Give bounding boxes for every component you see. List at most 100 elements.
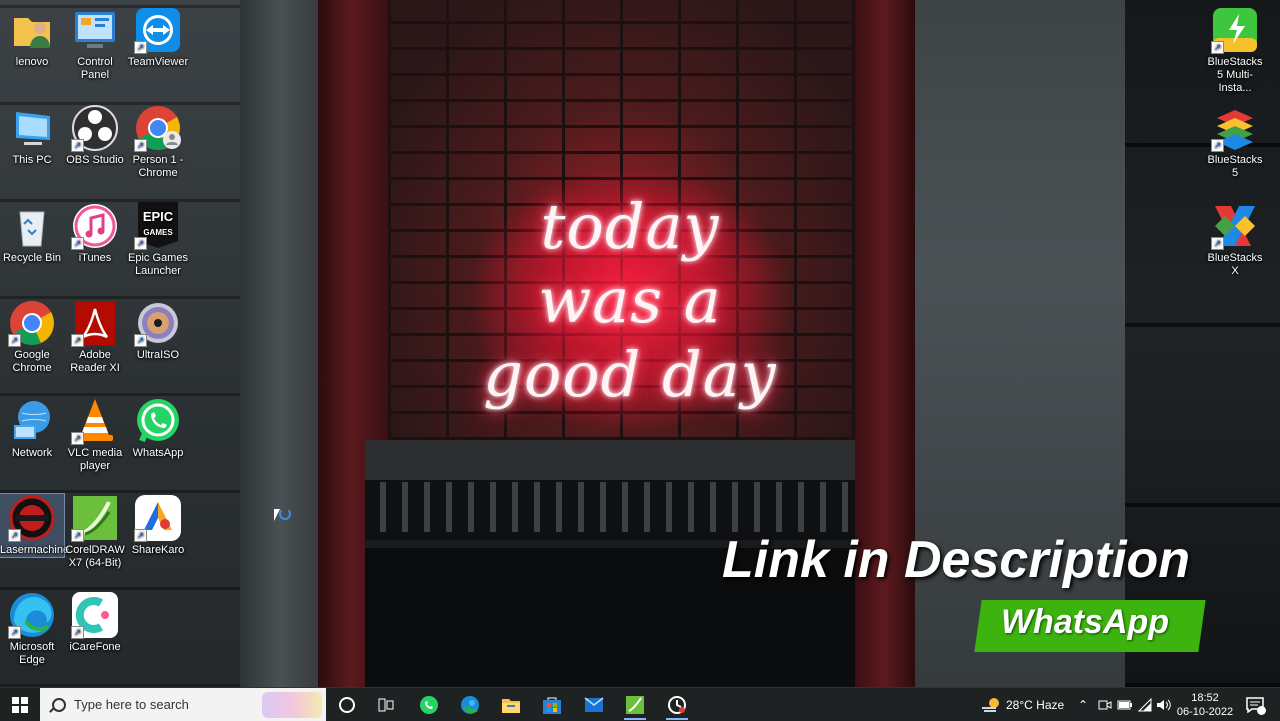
shortcut-arrow-icon: ↗ (71, 237, 84, 250)
tray-battery[interactable] (1116, 688, 1134, 721)
taskbar-microsoft-store[interactable] (535, 688, 569, 721)
screen-recorder-icon (668, 695, 686, 714)
desktop-icon-itunes[interactable]: ↗ iTunes (63, 202, 127, 265)
taskbar-coreldraw[interactable] (618, 688, 652, 721)
desktop-icon-lenovo[interactable]: lenovo (0, 6, 64, 69)
desktop-icon-adobe-reader[interactable]: ↗ Adobe Reader XI (63, 299, 127, 375)
adobe-reader-icon: ↗ (71, 299, 119, 347)
desktop-icon-label: UltraISO (136, 349, 180, 361)
shortcut-arrow-icon: ↗ (8, 626, 21, 639)
desktop-icon-label: BlueStacks 5 Multi-Insta... (1207, 56, 1263, 94)
desktop-icon-label: Epic Games Launcher (128, 252, 188, 277)
desktop-icon-label: WhatsApp (132, 447, 184, 459)
taskbar-whatsapp[interactable] (412, 688, 446, 721)
desktop-icon-edge[interactable]: ↗ Microsoft Edge (0, 591, 64, 667)
shortcut-arrow-icon: ↗ (71, 626, 84, 639)
desktop-icon-label: iCareFone (69, 641, 121, 653)
volume-icon (1157, 699, 1171, 710)
edge-icon (461, 695, 479, 714)
coreldraw-icon (626, 695, 644, 714)
desktop-icon-recycle-bin[interactable]: Recycle Bin (0, 202, 64, 265)
teamviewer-icon: ↗ (134, 6, 182, 54)
desktop-icon-label: Control Panel (77, 56, 113, 81)
desktop-icon-bluestacks-multi[interactable]: ↗ BlueStacks 5 Multi-Insta... (1203, 6, 1267, 95)
desktop-icon-bluestacksx[interactable]: ↗ BlueStacks X (1203, 202, 1267, 278)
desktop-icon-whatsapp[interactable]: WhatsApp (126, 397, 190, 460)
taskbar-search-box[interactable]: Type here to search (40, 688, 326, 721)
desktop-icon-sharekaro[interactable]: ↗ ShareKaro (126, 494, 190, 557)
desktop-icon-ultraiso[interactable]: ↗ UltraISO (126, 299, 190, 362)
shortcut-arrow-icon: ↗ (8, 334, 21, 347)
desktop-icon-bluestacks5[interactable]: ↗ BlueStacks 5 (1203, 104, 1267, 180)
desktop-icon-epic-games[interactable]: EPIC GAMES ↗ Epic Games Launcher (126, 202, 190, 278)
itunes-icon: ↗ (71, 202, 119, 250)
shortcut-arrow-icon: ↗ (71, 334, 84, 347)
weather-widget-icon-button[interactable] (978, 688, 1004, 721)
desktop-icon-google-chrome[interactable]: ↗ Google Chrome (0, 299, 64, 375)
bluestacks-icon: ↗ (1211, 104, 1259, 152)
desktop-icon-obs[interactable]: ↗ OBS Studio (63, 104, 127, 167)
busy-spinner-icon (279, 508, 291, 520)
bluestacks-multi-icon: ↗ (1211, 6, 1259, 54)
desktop-icon-label: Lasermachine (0, 544, 70, 556)
desktop-icon-label: BlueStacks 5 (1207, 154, 1263, 179)
clock[interactable]: 18:52 06-10-2022 (1176, 688, 1234, 721)
desktop-icon-label: Person 1 - Chrome (132, 154, 184, 179)
desktop-icon-chrome-person[interactable]: ↗ Person 1 - Chrome (126, 104, 190, 180)
tray-meet-now[interactable] (1096, 688, 1114, 721)
file-explorer-icon (502, 698, 520, 713)
chrome-icon: ↗ (8, 299, 56, 347)
taskbar: Type here to search 28°C Haze ⌃ 18:52 06… (0, 687, 1280, 721)
desktop-icon-control-panel[interactable]: Control Panel (63, 6, 127, 82)
overlay-title: Link in Description (722, 531, 1191, 589)
notification-center-button[interactable] (1240, 688, 1270, 721)
taskbar-edge[interactable] (453, 688, 487, 721)
desktop-icon-label: Microsoft Edge (9, 641, 55, 666)
desktop-icon-icarefone[interactable]: ↗ iCareFone (63, 591, 127, 654)
recycle-bin-icon (8, 202, 56, 250)
epic-games-icon: EPIC GAMES ↗ (134, 202, 182, 250)
computer-icon (8, 104, 56, 152)
desktop-icon-label: Google Chrome (12, 349, 52, 374)
chrome-icon: ↗ (134, 104, 182, 152)
desktop-icon-label: This PC (12, 154, 52, 166)
desktop-icon-label: VLC media player (67, 447, 123, 472)
show-hidden-icons-button[interactable]: ⌃ (1074, 688, 1092, 721)
search-highlight-image (262, 692, 322, 718)
cortana-button[interactable] (330, 688, 364, 721)
shortcut-arrow-icon: ↗ (1211, 139, 1224, 152)
desktop-icon-coreldraw[interactable]: ↗ CorelDRAW X7 (64-Bit) (63, 494, 127, 570)
tray-volume[interactable] (1155, 688, 1173, 721)
taskbar-screen-recorder[interactable] (660, 688, 694, 721)
obs-icon: ↗ (71, 104, 119, 152)
start-button[interactable] (0, 688, 40, 721)
sharekaro-icon: ↗ (134, 494, 182, 542)
coreldraw-icon: ↗ (71, 494, 119, 542)
desktop-icon-network[interactable]: Network (0, 397, 64, 460)
desktop-icon-lasermachine[interactable]: ↗ Lasermachine (0, 493, 70, 558)
battery-icon (1117, 700, 1132, 709)
tray-wifi[interactable] (1136, 688, 1154, 721)
edge-icon: ↗ (8, 591, 56, 639)
weather-text[interactable]: 28°C Haze (1006, 688, 1064, 721)
whatsapp-icon (134, 397, 182, 445)
shortcut-arrow-icon: ↗ (134, 529, 147, 542)
icarefone-icon: ↗ (71, 591, 119, 639)
desktop-icon-teamviewer[interactable]: ↗ TeamViewer (126, 6, 190, 69)
desktop-icon-label: iTunes (78, 252, 112, 264)
cortana-icon (339, 696, 355, 713)
clock-date: 06-10-2022 (1176, 705, 1234, 718)
shortcut-arrow-icon: ↗ (134, 41, 147, 54)
desktop-icon-this-pc[interactable]: This PC (0, 104, 64, 167)
taskbar-mail[interactable] (577, 688, 611, 721)
shortcut-arrow-icon: ↗ (134, 237, 147, 250)
desktop-icon-label: OBS Studio (66, 154, 124, 166)
taskbar-file-explorer[interactable] (494, 688, 528, 721)
overlay-badge: WhatsApp (1000, 603, 1170, 641)
shortcut-arrow-icon: ↗ (134, 139, 147, 152)
vlc-icon: ↗ (71, 397, 119, 445)
task-view-button[interactable] (369, 688, 403, 721)
desktop-icon-label: BlueStacks X (1207, 252, 1263, 277)
laser-icon: ↗ (8, 494, 56, 542)
desktop-icon-vlc[interactable]: ↗ VLC media player (63, 397, 127, 473)
